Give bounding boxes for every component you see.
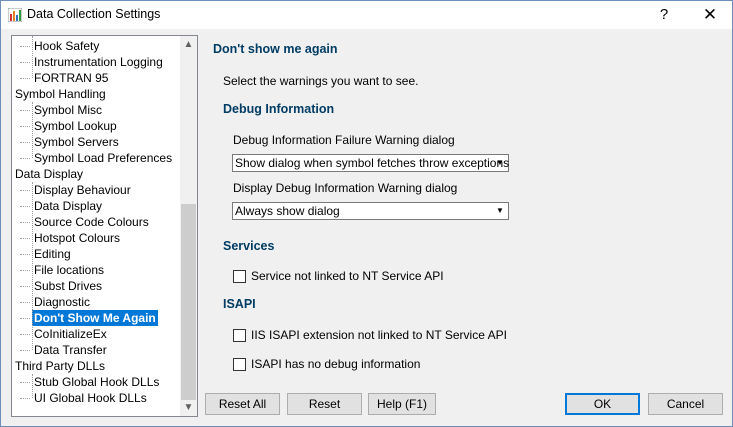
checkbox-label: IIS ISAPI extension not linked to NT Ser… (251, 328, 507, 342)
tree-item[interactable]: Data Display (19, 198, 104, 214)
settings-tree[interactable]: Hook Safety Instrumentation Logging FORTRA… (11, 35, 198, 417)
tree-item[interactable]: Data Display (13, 166, 85, 182)
scroll-thumb[interactable] (181, 204, 196, 400)
tree-item[interactable]: Editing (20, 246, 73, 262)
close-icon[interactable]: ✕ (687, 1, 733, 29)
tree-item[interactable]: Hotspot Colours (19, 230, 122, 246)
section-isapi: ISAPI (223, 297, 256, 311)
dialog-window: Data Collection Settings ? ✕ Hook Safety… (0, 0, 733, 427)
display-dialog-value: Always show dialog (235, 204, 340, 218)
tree-item[interactable]: Data Transfer (20, 342, 109, 358)
tree-item[interactable]: Symbol Misc (19, 102, 104, 118)
tree-item[interactable]: Display Behaviour (20, 182, 133, 198)
tree-connector-line (32, 374, 33, 398)
tree-connector-line (32, 36, 33, 78)
tree-item[interactable]: UI Global Hook DLLs (20, 390, 149, 406)
tree-scrollbar[interactable]: ▲ ▼ (180, 36, 197, 416)
dropdown-arrow-icon[interactable]: ▼ (492, 155, 508, 171)
dropdown-arrow-icon[interactable]: ▼ (492, 203, 508, 219)
tree-item[interactable]: Source Code Colours (20, 214, 151, 230)
tree-item[interactable]: FORTRAN 95 (19, 70, 110, 86)
tree-connector-line (32, 182, 33, 350)
tree-item[interactable]: Subst Drives (19, 278, 104, 294)
failure-dialog-label: Debug Information Failure Warning dialog (233, 133, 455, 147)
tree-item[interactable]: Diagnostic (19, 294, 92, 310)
title-bar[interactable]: Data Collection Settings ? ✕ (1, 1, 732, 29)
ok-button[interactable]: OK (565, 393, 640, 415)
tree-connector-line (32, 102, 33, 158)
help-button[interactable]: Help (F1) (368, 393, 436, 415)
page-title: Don't show me again (213, 42, 338, 56)
checkbox-icon[interactable] (233, 329, 246, 342)
failure-dialog-select[interactable]: Show dialog when symbol fetches throw ex… (232, 154, 509, 172)
tree-item[interactable]: Don't Show Me Again (20, 310, 158, 326)
intro-text: Select the warnings you want to see. (223, 74, 419, 88)
section-debug-information: Debug Information (223, 102, 335, 116)
tree-item[interactable]: Symbol Load Preferences (19, 150, 174, 166)
checkbox-icon[interactable] (233, 270, 246, 283)
reset-all-button[interactable]: Reset All (205, 393, 280, 415)
tree-item[interactable]: Third Party DLLs (13, 358, 107, 374)
tree-item[interactable]: File locations (19, 262, 106, 278)
display-dialog-select[interactable]: Always show dialog ▼ (232, 202, 509, 220)
help-icon[interactable]: ? (641, 1, 687, 29)
tree-item[interactable]: Symbol Servers (20, 134, 121, 150)
app-icon (8, 8, 22, 22)
section-services: Services (223, 239, 275, 253)
scroll-down-icon[interactable]: ▼ (180, 399, 197, 416)
failure-dialog-value: Show dialog when symbol fetches throw ex… (235, 156, 510, 170)
tree-item[interactable]: Symbol Lookup (20, 118, 119, 134)
checkbox-label: Service not linked to NT Service API (251, 269, 444, 283)
scroll-up-icon[interactable]: ▲ (180, 36, 197, 53)
display-dialog-label: Display Debug Information Warning dialog (233, 181, 458, 195)
tree-item[interactable]: Instrumentation Logging (20, 54, 165, 70)
reset-button[interactable]: Reset (287, 393, 362, 415)
tree-item[interactable]: Symbol Handling (13, 86, 108, 102)
tree-item[interactable]: Stub Global Hook DLLs (19, 374, 161, 390)
tree-item[interactable]: CoInitializeEx (20, 326, 109, 342)
cancel-button[interactable]: Cancel (648, 393, 723, 415)
checkbox-icon[interactable] (233, 358, 246, 371)
checkbox-label: ISAPI has no debug information (251, 357, 421, 371)
tree-item[interactable]: Hook Safety (19, 38, 101, 54)
window-title: Data Collection Settings (27, 7, 161, 21)
